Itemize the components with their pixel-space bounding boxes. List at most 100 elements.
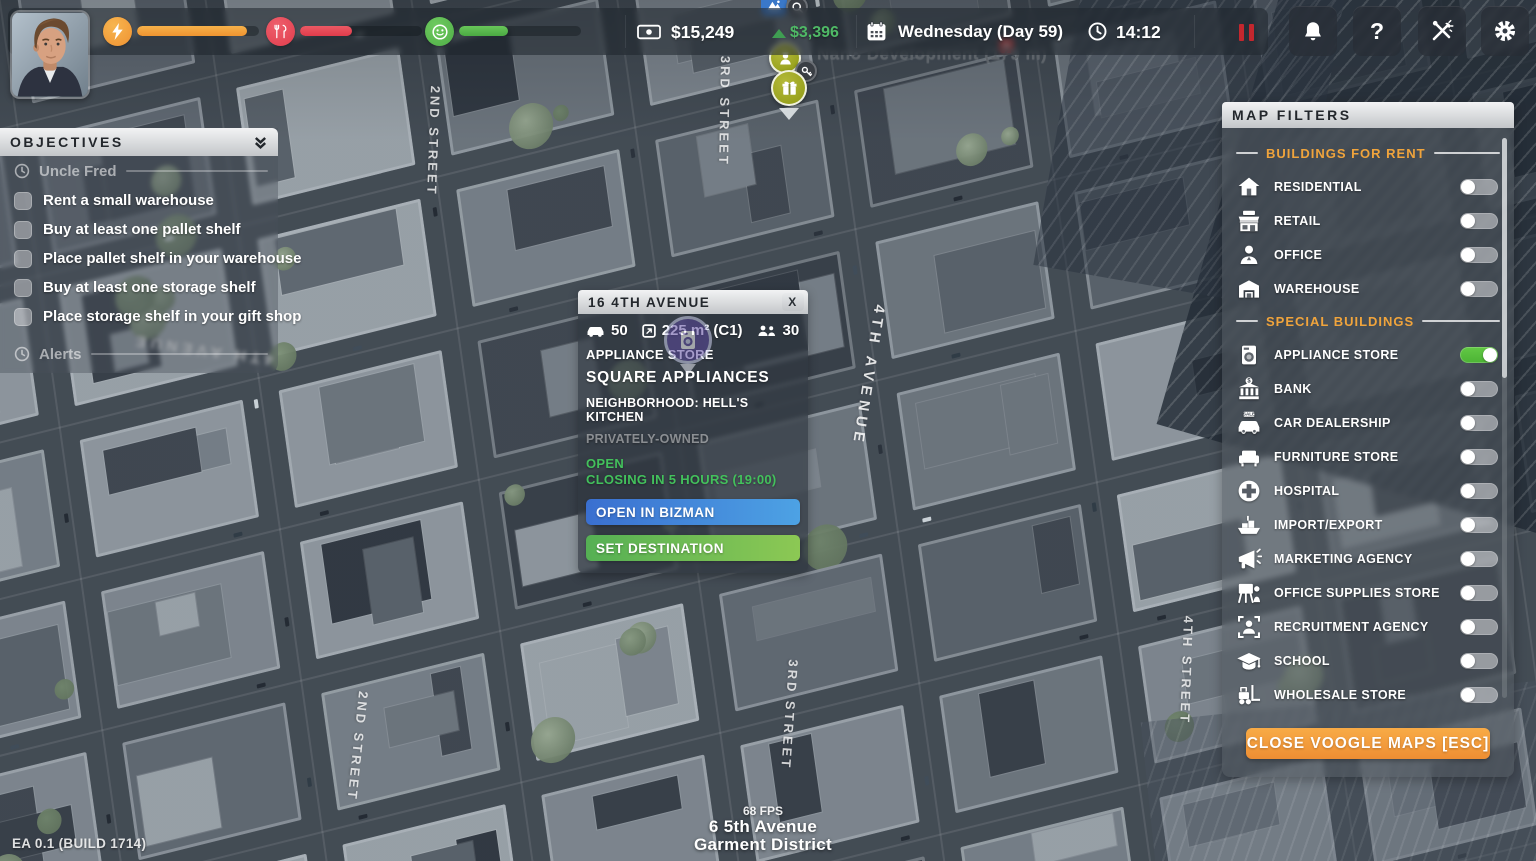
toggle-appliance-store[interactable]	[1460, 347, 1498, 363]
toggle-knob	[1461, 620, 1475, 634]
pause-icon	[1249, 24, 1254, 41]
pause-icon	[1239, 24, 1244, 41]
clock-icon	[14, 163, 30, 179]
filter-label: WHOLESALE STORE	[1274, 688, 1406, 702]
house-icon	[1234, 172, 1264, 202]
gear-icon	[1492, 18, 1518, 44]
building-type: APPLIANCE STORE	[586, 347, 800, 362]
toggle-office-supplies-store[interactable]	[1460, 585, 1498, 601]
toggle-knob	[1461, 552, 1475, 566]
collapse-chevrons-icon[interactable]	[253, 135, 268, 150]
settings-button[interactable]	[1481, 6, 1529, 56]
map-filters-panel: MAP FILTERS BUILDINGS FOR RENTRESIDENTIA…	[1222, 102, 1514, 777]
pin-pointer	[779, 108, 799, 120]
neighborhood: NEIGHBORHOOD: HELL'S KITCHEN	[586, 396, 800, 424]
traffic-icon	[586, 325, 605, 337]
appliance-icon	[1234, 340, 1264, 370]
toggle-knob	[1461, 688, 1475, 702]
gift-icon	[780, 79, 799, 98]
happiness-bar	[459, 26, 581, 36]
popup-header[interactable]: 16 4TH AVENUE X	[578, 290, 808, 314]
business-name: SQUARE APPLIANCES	[586, 369, 800, 387]
toggle-office[interactable]	[1460, 247, 1498, 263]
tools-icon	[1430, 19, 1454, 43]
close-voogle-maps-button[interactable]: CLOSE VOOGLE MAPS [ESC]	[1246, 728, 1490, 759]
filter-label: RETAIL	[1274, 214, 1321, 228]
task-checkbox[interactable]	[14, 192, 32, 210]
pause-button[interactable]	[1226, 20, 1266, 44]
toggle-hospital[interactable]	[1460, 483, 1498, 499]
filter-row-appliance-store: APPLIANCE STORE	[1222, 338, 1514, 372]
filter-row-recruitment-agency: RECRUITMENT AGENCY	[1222, 610, 1514, 644]
hospital-icon	[1234, 476, 1264, 506]
toggle-retail[interactable]	[1460, 213, 1498, 229]
bell-icon	[1303, 21, 1323, 42]
toggle-warehouse[interactable]	[1460, 281, 1498, 297]
toggle-residential[interactable]	[1460, 179, 1498, 195]
filter-row-import-export: IMPORT/EXPORT	[1222, 508, 1514, 542]
task-checkbox[interactable]	[14, 279, 32, 297]
task-label: Place pallet shelf in your warehouse	[43, 250, 301, 267]
capacity-value: 30	[783, 322, 800, 339]
popup-stats: 50 225 m² (C1) 30	[578, 314, 808, 341]
recruit-icon	[1234, 612, 1264, 642]
toggle-knob	[1461, 282, 1475, 296]
gradcap-icon	[1234, 646, 1264, 676]
ship-icon	[1234, 510, 1264, 540]
filter-label: FURNITURE STORE	[1274, 450, 1399, 464]
money-delta: $3,396	[790, 24, 839, 42]
filter-row-office: OFFICE	[1222, 238, 1514, 272]
notifications-button[interactable]	[1289, 6, 1337, 56]
fps-counter: 68 FPS	[613, 804, 913, 818]
objectives-header: OBJECTIVES	[0, 128, 278, 156]
energy-stat	[103, 17, 132, 46]
filter-label: APPLIANCE STORE	[1274, 348, 1399, 362]
toggle-wholesale-store[interactable]	[1460, 687, 1498, 703]
toggle-knob	[1461, 214, 1475, 228]
close-button[interactable]: X	[782, 293, 804, 311]
question-icon: ?	[1370, 18, 1384, 45]
objective-task: Place storage shelf in your gift shop	[0, 302, 278, 331]
open-in-bizman-button[interactable]: OPEN IN BIZMAN	[586, 499, 800, 525]
filters-title: MAP FILTERS	[1232, 107, 1352, 123]
gift-pin[interactable]	[771, 70, 807, 106]
filter-row-wholesale-store: WHOLESALE STORE	[1222, 678, 1514, 712]
filter-row-car-dealership: SALECAR DEALERSHIP	[1222, 406, 1514, 440]
section-label: Alerts	[39, 346, 82, 363]
toggle-car-dealership[interactable]	[1460, 415, 1498, 431]
toggle-knob	[1461, 450, 1475, 464]
set-destination-button[interactable]: SET DESTINATION	[586, 535, 800, 561]
filter-row-marketing-agency: MARKETING AGENCY	[1222, 542, 1514, 576]
scrollbar-thumb[interactable]	[1502, 138, 1507, 378]
area-value: 225 m² (C1)	[662, 322, 743, 339]
people-icon	[757, 325, 777, 337]
toggle-marketing-agency[interactable]	[1460, 551, 1498, 567]
svg-text:SALE: SALE	[1243, 412, 1255, 417]
filter-row-furniture-store: FURNITURE STORE	[1222, 440, 1514, 474]
player-avatar[interactable]	[10, 10, 90, 99]
toggle-bank[interactable]	[1460, 381, 1498, 397]
filters-header: MAP FILTERS	[1222, 102, 1514, 128]
task-checkbox[interactable]	[14, 250, 32, 268]
filters-scrollbar[interactable]	[1502, 138, 1507, 698]
task-checkbox[interactable]	[14, 221, 32, 239]
filter-label: RESIDENTIAL	[1274, 180, 1362, 194]
filter-list: BUILDINGS FOR RENTRESIDENTIALRETAILOFFIC…	[1222, 128, 1514, 712]
street-label: 3RD STREET	[716, 56, 733, 167]
help-button[interactable]: ?	[1353, 6, 1401, 56]
toggle-knob	[1461, 484, 1475, 498]
hud-top-bar: $15,249 $3,396 Wednesday (Day 59) 14:12	[8, 8, 1268, 55]
repair-tools-button[interactable]	[1418, 6, 1466, 56]
hunger-bar	[300, 26, 422, 36]
toggle-school[interactable]	[1460, 653, 1498, 669]
objective-task: Rent a small warehouse	[0, 186, 278, 215]
energy-bar	[137, 26, 259, 36]
calendar-icon	[866, 21, 887, 42]
task-checkbox[interactable]	[14, 308, 32, 326]
popup-title: 16 4TH AVENUE	[588, 295, 710, 310]
hunger-stat	[266, 17, 295, 46]
section-alerts: Alerts	[0, 343, 278, 373]
toggle-recruitment-agency[interactable]	[1460, 619, 1498, 635]
toggle-furniture-store[interactable]	[1460, 449, 1498, 465]
toggle-import-export[interactable]	[1460, 517, 1498, 533]
